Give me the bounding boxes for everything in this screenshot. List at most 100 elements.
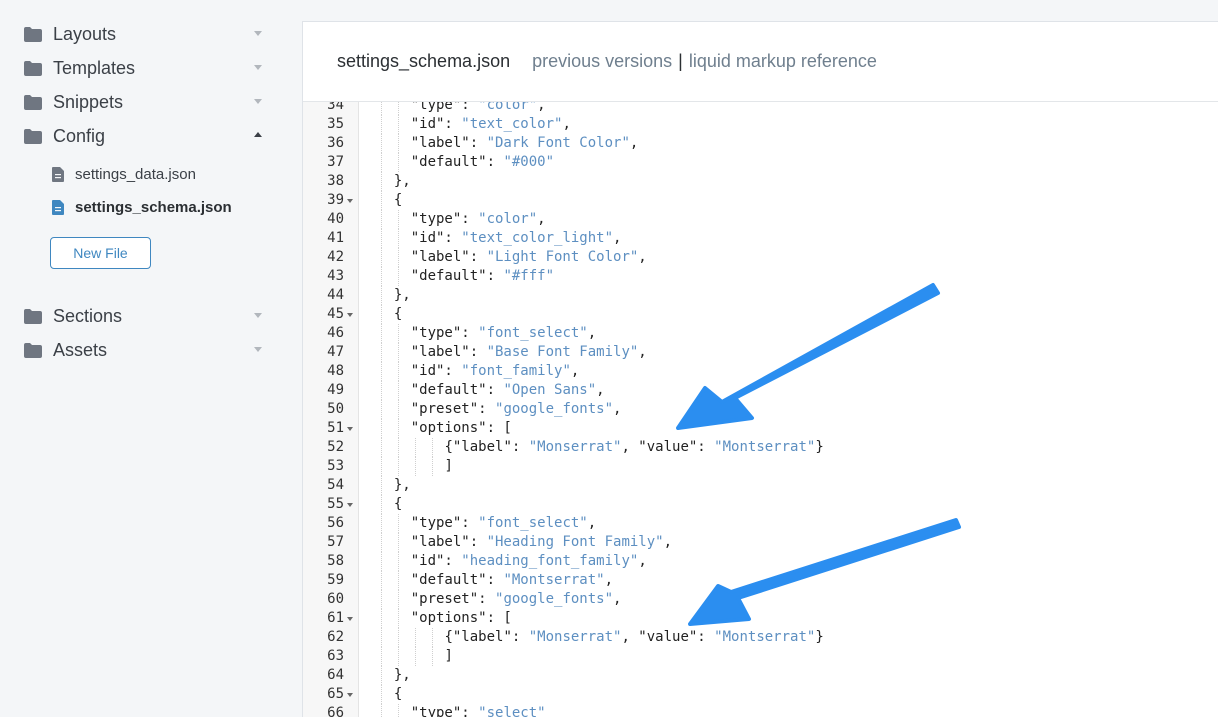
- folder-snippets[interactable]: Snippets: [24, 88, 274, 116]
- code-line[interactable]: 57 "label": "Heading Font Family",: [303, 533, 1218, 552]
- previous-versions-link[interactable]: previous versions: [532, 51, 672, 72]
- fold-toggle-icon[interactable]: [347, 693, 353, 697]
- line-number: 50: [327, 401, 344, 417]
- code-token: "options": [: [410, 610, 512, 626]
- code-line[interactable]: 56 "type": "font_select",: [303, 514, 1218, 533]
- code-line[interactable]: 51 "options": [: [303, 419, 1218, 438]
- folder-label: Layouts: [53, 23, 117, 44]
- chevron-down-icon[interactable]: [254, 31, 262, 36]
- code-line[interactable]: 53]: [303, 457, 1218, 476]
- folder-templates[interactable]: Templates: [24, 54, 274, 82]
- code-token: ,: [570, 363, 580, 379]
- string-token: "font_select": [478, 515, 588, 531]
- indent-guide: [397, 533, 399, 552]
- code-line[interactable]: 37 "default": "#000": [303, 153, 1218, 172]
- folder-sections[interactable]: Sections: [24, 302, 274, 330]
- code-line[interactable]: 54},: [303, 476, 1218, 495]
- code-token: ,: [587, 325, 597, 341]
- chevron-up-icon[interactable]: [254, 132, 262, 137]
- fold-toggle-icon[interactable]: [347, 503, 353, 507]
- code-area[interactable]: 34 "type": "color", 35 "id": "text_color", 3…: [303, 102, 1218, 717]
- fold-toggle-icon[interactable]: [347, 427, 353, 431]
- indent-guide: [381, 647, 382, 666]
- chevron-down-icon[interactable]: [254, 65, 262, 70]
- fold-toggle-icon[interactable]: [347, 313, 353, 317]
- indent-guide: [381, 248, 382, 267]
- code-text: ]: [444, 457, 452, 476]
- folder-assets[interactable]: Assets: [24, 336, 274, 364]
- indent-guide: [397, 457, 399, 476]
- code-line[interactable]: 47 "label": "Base Font Family",: [303, 343, 1218, 362]
- code-token: ,: [537, 102, 546, 113]
- file-settings-data[interactable]: settings_data.json: [52, 163, 196, 185]
- code-line[interactable]: 35 "id": "text_color",: [303, 115, 1218, 134]
- chevron-down-icon[interactable]: [254, 347, 262, 352]
- code-line[interactable]: 61 "options": [: [303, 609, 1218, 628]
- code-line[interactable]: 65 {: [303, 685, 1218, 704]
- line-number: 46: [327, 325, 344, 341]
- code-line[interactable]: 52 {"label": "Monserrat", "value": "Monts…: [303, 438, 1218, 457]
- line-number: 45: [327, 306, 344, 322]
- code-token: "default":: [410, 268, 504, 284]
- indent-guide: [397, 609, 399, 628]
- code-text: "default": "#fff": [411, 267, 554, 286]
- code-line[interactable]: 45 {: [303, 305, 1218, 324]
- code-line[interactable]: 40 "type": "color",: [303, 210, 1218, 229]
- editor-header: settings_schema.json previous versions |…: [303, 22, 1218, 102]
- indent-guide: [381, 153, 382, 172]
- code-line[interactable]: 36 "label": "Dark Font Color",: [303, 134, 1218, 153]
- new-file-button[interactable]: New File: [50, 237, 151, 269]
- code-editor-panel: settings_schema.json previous versions |…: [302, 21, 1218, 717]
- string-token: "text_color": [461, 116, 563, 132]
- chevron-down-icon[interactable]: [254, 99, 262, 104]
- indent-guide: [381, 457, 382, 476]
- indent-guide: [381, 476, 382, 495]
- code-line[interactable]: 46 "type": "font_select",: [303, 324, 1218, 343]
- code-line[interactable]: 55 {: [303, 495, 1218, 514]
- indent-guide: [381, 115, 382, 134]
- fold-toggle-icon[interactable]: [347, 199, 353, 203]
- code-lines[interactable]: 34 "type": "color", 35 "id": "text_color", 3…: [303, 102, 1218, 717]
- code-token: "label":: [410, 135, 487, 151]
- code-text: "label": "Heading Font Family",: [411, 533, 672, 552]
- indent-guide: [414, 647, 416, 666]
- string-token: "color": [478, 211, 538, 227]
- code-line[interactable]: 60 "preset": "google_fonts",: [303, 590, 1218, 609]
- code-text: {: [394, 305, 402, 324]
- code-line[interactable]: 43 "default": "#fff": [303, 267, 1218, 286]
- file-settings-schema[interactable]: settings_schema.json: [52, 196, 232, 218]
- liquid-reference-link[interactable]: liquid markup reference: [689, 51, 877, 72]
- code-token: {: [393, 496, 403, 512]
- indent-guide: [431, 438, 433, 457]
- folder-config[interactable]: Config: [24, 122, 274, 150]
- code-line[interactable]: 49 "default": "Open Sans",: [303, 381, 1218, 400]
- fold-toggle-icon[interactable]: [347, 617, 353, 621]
- code-line[interactable]: 42 "label": "Light Font Color",: [303, 248, 1218, 267]
- code-line[interactable]: 62 {"label": "Monserrat", "value": "Monts…: [303, 628, 1218, 647]
- code-line[interactable]: 41 "id": "text_color_light",: [303, 229, 1218, 248]
- code-token: ,: [638, 344, 647, 360]
- code-line[interactable]: 50 "preset": "google_fonts",: [303, 400, 1218, 419]
- code-line[interactable]: 38},: [303, 172, 1218, 191]
- code-line[interactable]: 34 "type": "color",: [303, 102, 1218, 115]
- code-line[interactable]: 64},: [303, 666, 1218, 685]
- indent-guide: [397, 115, 399, 134]
- code-line[interactable]: 48 "id": "font_family",: [303, 362, 1218, 381]
- indent-guide: [381, 704, 382, 717]
- code-token: ,: [638, 249, 647, 265]
- folder-icon: [24, 308, 42, 324]
- code-text: "default": "#000": [411, 153, 554, 172]
- code-token: "preset":: [410, 401, 496, 417]
- folder-layouts[interactable]: Layouts: [24, 20, 274, 48]
- code-line[interactable]: 44},: [303, 286, 1218, 305]
- indent-guide: [397, 400, 399, 419]
- code-line[interactable]: 39 {: [303, 191, 1218, 210]
- code-line[interactable]: 58 "id": "heading_font_family",: [303, 552, 1218, 571]
- code-line[interactable]: 59 "default": "Montserrat",: [303, 571, 1218, 590]
- chevron-down-icon[interactable]: [254, 313, 262, 318]
- code-line[interactable]: 66 "type": "select": [303, 704, 1218, 717]
- code-line[interactable]: 63]: [303, 647, 1218, 666]
- indent-guide: [414, 628, 416, 647]
- code-token: "id":: [410, 363, 462, 379]
- code-token: "id":: [410, 116, 462, 132]
